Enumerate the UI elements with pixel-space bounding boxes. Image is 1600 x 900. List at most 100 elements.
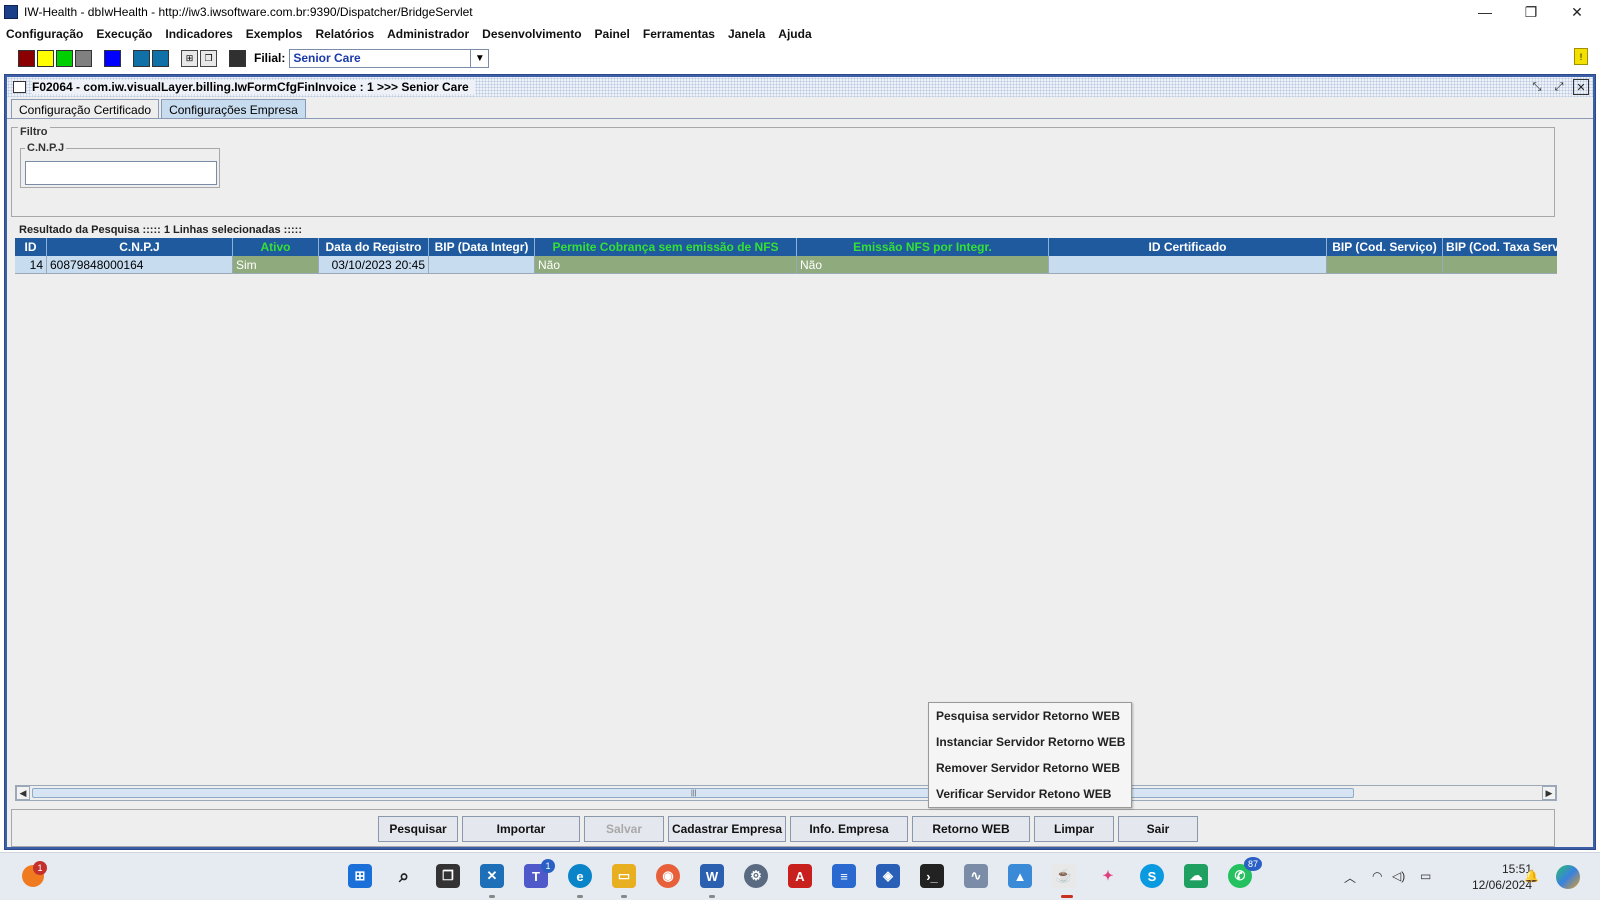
chevron-down-icon[interactable]: ▼ bbox=[470, 49, 488, 67]
settings-icon[interactable]: ⚙ bbox=[744, 864, 768, 888]
monitor-icon[interactable]: ∿ bbox=[964, 864, 988, 888]
notification-bell-icon[interactable]: 🔔 bbox=[1524, 869, 1539, 883]
menu-relatorios[interactable]: Relatórios bbox=[315, 27, 374, 41]
close-frame-icon[interactable]: ✕ bbox=[1573, 79, 1589, 95]
wifi-icon[interactable]: ◠ bbox=[1372, 869, 1382, 883]
scroll-left-icon[interactable]: ◀ bbox=[16, 786, 30, 800]
scroll-right-icon[interactable]: ▶ bbox=[1542, 786, 1556, 800]
table-cell[interactable]: Não bbox=[535, 256, 797, 274]
minimize-frame-icon[interactable]: ⤡ bbox=[1529, 79, 1545, 95]
table-cell[interactable] bbox=[1443, 256, 1557, 274]
notepad-icon[interactable]: ≡ bbox=[832, 864, 856, 888]
photos-icon[interactable]: ▲ bbox=[1008, 864, 1032, 888]
menu-administrador[interactable]: Administrador bbox=[387, 27, 469, 41]
search-icon[interactable]: ⌕ bbox=[392, 864, 416, 888]
color-swatch-button[interactable] bbox=[104, 49, 121, 67]
color-swatch-button[interactable] bbox=[152, 49, 169, 67]
table-cell[interactable]: Não bbox=[797, 256, 1049, 274]
column-header[interactable]: C.N.P.J bbox=[47, 238, 233, 256]
table-cell[interactable]: 03/10/2023 20:45 bbox=[319, 256, 429, 274]
windows-icon[interactable]: ❐ bbox=[200, 49, 217, 67]
cadastrar-empresa-button[interactable]: Cadastrar Empresa bbox=[668, 816, 786, 842]
tab-configuracoes-empresa[interactable]: Configurações Empresa bbox=[161, 99, 306, 119]
volume-icon[interactable]: ◁) bbox=[1392, 869, 1405, 883]
menu-ferramentas[interactable]: Ferramentas bbox=[643, 27, 715, 41]
menu-indicadores[interactable]: Indicadores bbox=[165, 27, 232, 41]
menu-configuracao[interactable]: Configuração bbox=[6, 27, 83, 41]
firefox-icon[interactable]: ◉ bbox=[656, 864, 680, 888]
column-header[interactable]: Permite Cobrança sem emissão de NFS bbox=[535, 238, 797, 256]
column-header[interactable]: ID Certificado bbox=[1049, 238, 1327, 256]
dark-square-button[interactable] bbox=[229, 49, 246, 67]
restore-button[interactable]: ❐ bbox=[1508, 0, 1554, 24]
cnpj-input[interactable] bbox=[25, 161, 217, 185]
retorno-web-button[interactable]: Retorno WEB bbox=[912, 816, 1030, 842]
color-swatch-button[interactable] bbox=[56, 49, 73, 67]
menu-exemplos[interactable]: Exemplos bbox=[246, 27, 303, 41]
color-swatch-button[interactable] bbox=[133, 49, 150, 67]
pesquisar-button[interactable]: Pesquisar bbox=[378, 816, 458, 842]
column-header[interactable]: Emissão NFS por Integr. bbox=[797, 238, 1049, 256]
filial-select[interactable]: Senior Care ▼ bbox=[289, 48, 490, 68]
tab-configuracao-certificado[interactable]: Configuração Certificado bbox=[11, 99, 160, 119]
color-swatch-button[interactable] bbox=[18, 49, 35, 67]
scrollbar-thumb[interactable]: ||| bbox=[32, 788, 1354, 798]
copilot-icon[interactable] bbox=[1556, 865, 1580, 889]
word-icon[interactable]: W bbox=[700, 864, 724, 888]
table-cell[interactable]: Sim bbox=[233, 256, 319, 274]
filial-label: Filial: bbox=[254, 51, 286, 65]
chevron-up-icon[interactable]: ︿ bbox=[1344, 869, 1356, 886]
colorful-app-icon[interactable]: ✦ bbox=[1096, 864, 1120, 888]
column-header[interactable]: ID bbox=[15, 238, 47, 256]
close-button[interactable]: ✕ bbox=[1554, 0, 1600, 24]
terminal-icon[interactable]: ›_ bbox=[920, 864, 944, 888]
table-cell[interactable] bbox=[1049, 256, 1327, 274]
importar-button[interactable]: Importar bbox=[462, 816, 580, 842]
column-header[interactable]: BIP (Cod. Taxa Serv bbox=[1443, 238, 1557, 256]
color-swatch-button[interactable] bbox=[75, 49, 92, 67]
skype-icon[interactable]: S bbox=[1140, 864, 1164, 888]
popup-item-instanciar[interactable]: Instanciar Servidor Retorno WEB bbox=[929, 729, 1131, 755]
task-view-icon[interactable]: ❐ bbox=[436, 864, 460, 888]
security-icon[interactable]: ◈ bbox=[876, 864, 900, 888]
battery-icon[interactable]: ▭ bbox=[1420, 869, 1431, 883]
edge-icon[interactable]: e bbox=[568, 864, 592, 888]
tools-icon[interactable]: ✕ bbox=[480, 864, 504, 888]
salvar-button[interactable]: Salvar bbox=[584, 816, 664, 842]
tab-divider bbox=[7, 118, 1593, 119]
popup-item-pesquisa[interactable]: Pesquisa servidor Retorno WEB bbox=[929, 703, 1131, 729]
minimize-button[interactable]: — bbox=[1462, 0, 1508, 24]
column-header[interactable]: Ativo bbox=[233, 238, 319, 256]
table-cell[interactable]: 60879848000164 bbox=[47, 256, 233, 274]
menu-execucao[interactable]: Execução bbox=[96, 27, 152, 41]
menu-desenvolvimento[interactable]: Desenvolvimento bbox=[482, 27, 581, 41]
table-row[interactable]: 14 60879848000164 Sim 03/10/2023 20:45 Não Nã… bbox=[15, 256, 1557, 274]
menu-ajuda[interactable]: Ajuda bbox=[778, 27, 811, 41]
filter-group: Filtro C.N.P.J bbox=[11, 126, 1555, 217]
popup-item-verificar[interactable]: Verificar Servidor Retono WEB bbox=[929, 781, 1131, 807]
tree-view-icon[interactable]: ⊞ bbox=[181, 49, 198, 67]
popup-item-remover[interactable]: Remover Servidor Retorno WEB bbox=[929, 755, 1131, 781]
limpar-button[interactable]: Limpar bbox=[1034, 816, 1114, 842]
column-header[interactable]: BIP (Data Integr) bbox=[429, 238, 535, 256]
sair-button[interactable]: Sair bbox=[1118, 816, 1198, 842]
table-cell[interactable] bbox=[1327, 256, 1443, 274]
horizontal-scrollbar[interactable]: ◀ ||| ▶ bbox=[15, 785, 1557, 801]
alert-icon[interactable]: ! bbox=[1574, 48, 1588, 65]
file-explorer-icon[interactable]: ▭ bbox=[612, 864, 636, 888]
window-titlebar: IW-Health - dbIwHealth - http://iw3.iwso… bbox=[0, 0, 1600, 24]
pdf-icon[interactable]: A bbox=[788, 864, 812, 888]
menu-janela[interactable]: Janela bbox=[728, 27, 765, 41]
clock[interactable]: 15:51 12/06/2024 bbox=[1472, 861, 1532, 893]
color-swatch-button[interactable] bbox=[37, 49, 54, 67]
table-cell[interactable]: 14 bbox=[15, 256, 47, 274]
java-icon[interactable]: ☕ bbox=[1052, 864, 1076, 888]
start-icon[interactable]: ⊞ bbox=[348, 864, 372, 888]
column-header[interactable]: Data do Registro bbox=[319, 238, 429, 256]
column-header[interactable]: BIP (Cod. Serviço) bbox=[1327, 238, 1443, 256]
maximize-frame-icon[interactable]: ⤢ bbox=[1551, 79, 1567, 95]
table-cell[interactable] bbox=[429, 256, 535, 274]
info-empresa-button[interactable]: Info. Empresa bbox=[790, 816, 908, 842]
menu-painel[interactable]: Painel bbox=[595, 27, 630, 41]
cloud-upload-icon[interactable]: ☁ bbox=[1184, 864, 1208, 888]
